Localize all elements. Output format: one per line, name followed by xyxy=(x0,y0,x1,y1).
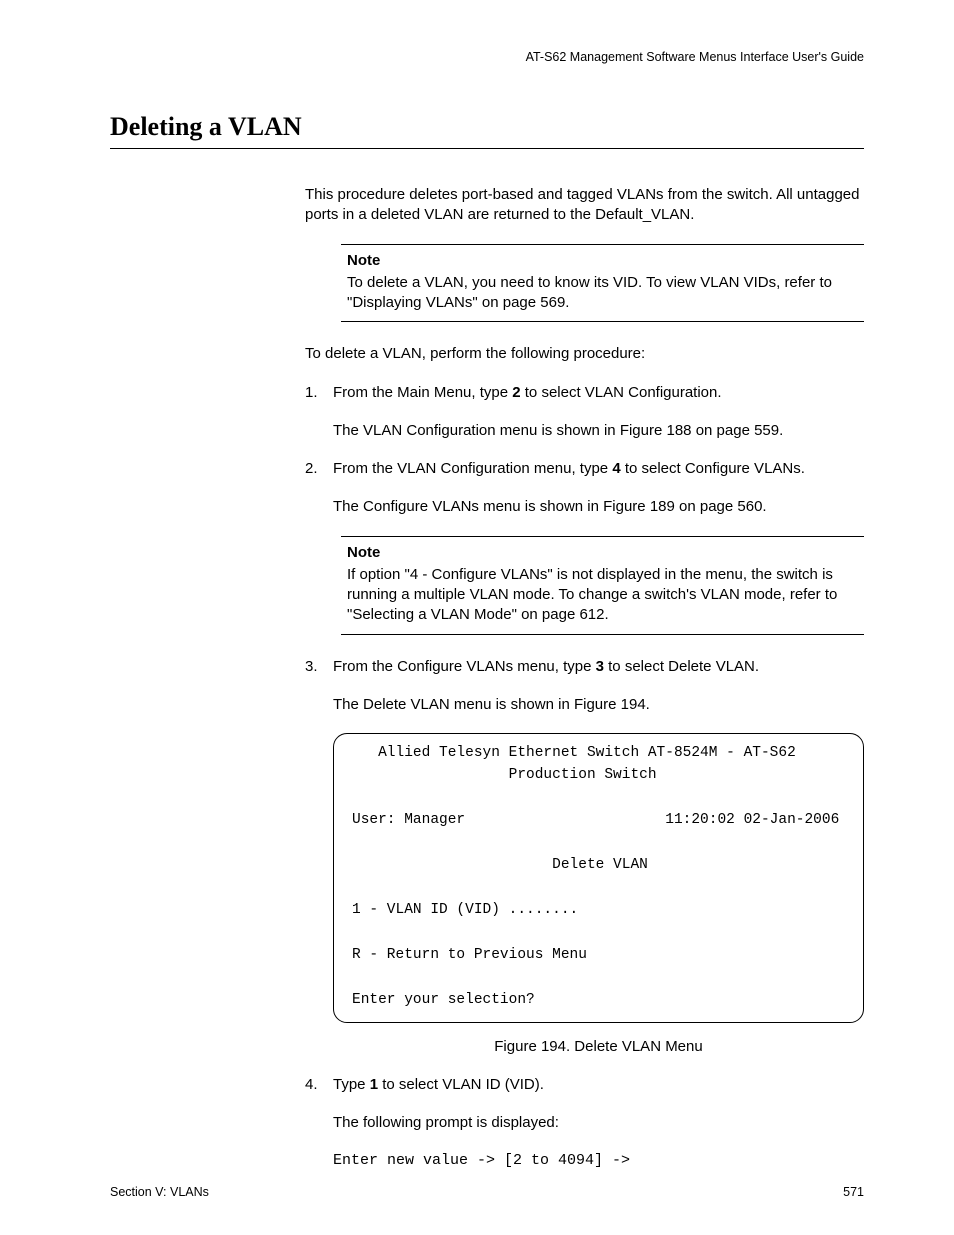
note-box-1: Note To delete a VLAN, you need to know … xyxy=(341,244,864,323)
footer-section: Section V: VLANs xyxy=(110,1185,209,1199)
terminal-line: User: Manager 11:20:02 02-Jan-2006 xyxy=(352,812,839,828)
step-3: 3. From the Configure VLANs menu, type 3… xyxy=(305,657,864,1057)
text-frag: From the Main Menu, type xyxy=(333,384,512,401)
header-guide: AT-S62 Management Software Menus Interfa… xyxy=(110,50,864,64)
text-frag: to select Delete VLAN. xyxy=(604,658,759,675)
lead-paragraph: To delete a VLAN, perform the following … xyxy=(305,344,864,364)
note-box-2: Note If option "4 - Configure VLANs" is … xyxy=(341,536,864,635)
terminal-line: R - Return to Previous Menu xyxy=(352,947,587,963)
step-result: The following prompt is displayed: xyxy=(333,1113,864,1133)
bold-key: 1 xyxy=(370,1076,378,1093)
prompt-text: Enter new value -> [2 to 4094] -> xyxy=(333,1151,864,1171)
note-text: If option "4 - Configure VLANs" is not d… xyxy=(347,566,837,624)
step-1: 1. From the Main Menu, type 2 to select … xyxy=(305,383,864,442)
footer-page-number: 571 xyxy=(843,1185,864,1199)
step-text: From the VLAN Configuration menu, type 4… xyxy=(333,459,864,479)
text-frag: to select VLAN Configuration. xyxy=(521,384,722,401)
step-number: 1. xyxy=(305,383,318,403)
step-4: 4. Type 1 to select VLAN ID (VID). The f… xyxy=(305,1075,864,1172)
bold-key: 3 xyxy=(596,658,604,675)
step-number: 3. xyxy=(305,657,318,677)
page-footer: Section V: VLANs 571 xyxy=(110,1185,864,1199)
terminal-menu: Allied Telesyn Ethernet Switch AT-8524M … xyxy=(333,733,864,1023)
text-frag: From the Configure VLANs menu, type xyxy=(333,658,596,675)
bold-key: 4 xyxy=(612,460,620,477)
terminal-line: Allied Telesyn Ethernet Switch AT-8524M … xyxy=(352,745,796,761)
text-frag: to select VLAN ID (VID). xyxy=(378,1076,544,1093)
page: AT-S62 Management Software Menus Interfa… xyxy=(0,0,954,1235)
intro-paragraph: This procedure deletes port-based and ta… xyxy=(305,185,864,226)
terminal-line: Production Switch xyxy=(352,767,657,783)
text-frag: to select Configure VLANs. xyxy=(621,460,805,477)
note-label: Note xyxy=(347,251,858,271)
text-frag: Type xyxy=(333,1076,370,1093)
main-content: This procedure deletes port-based and ta… xyxy=(305,185,864,1172)
terminal-line: Enter your selection? xyxy=(352,992,535,1008)
step-text: From the Configure VLANs menu, type 3 to… xyxy=(333,657,864,677)
figure-caption: Figure 194. Delete VLAN Menu xyxy=(333,1037,864,1057)
steps-list: 1. From the Main Menu, type 2 to select … xyxy=(305,383,864,1172)
terminal-line: Delete VLAN xyxy=(352,857,648,873)
step-result: The VLAN Configuration menu is shown in … xyxy=(333,421,864,441)
step-text: Type 1 to select VLAN ID (VID). xyxy=(333,1075,864,1095)
title-rule xyxy=(110,148,864,149)
text-frag: From the VLAN Configuration menu, type xyxy=(333,460,612,477)
note-label: Note xyxy=(347,543,858,563)
step-number: 4. xyxy=(305,1075,318,1095)
step-result: The Configure VLANs menu is shown in Fig… xyxy=(333,497,864,517)
step-2: 2. From the VLAN Configuration menu, typ… xyxy=(305,459,864,635)
step-text: From the Main Menu, type 2 to select VLA… xyxy=(333,383,864,403)
page-title: Deleting a VLAN xyxy=(110,112,864,142)
bold-key: 2 xyxy=(512,384,520,401)
terminal-line: 1 - VLAN ID (VID) ........ xyxy=(352,902,578,918)
note-text: To delete a VLAN, you need to know its V… xyxy=(347,274,832,311)
step-result: The Delete VLAN menu is shown in Figure … xyxy=(333,695,864,715)
step-number: 2. xyxy=(305,459,318,479)
